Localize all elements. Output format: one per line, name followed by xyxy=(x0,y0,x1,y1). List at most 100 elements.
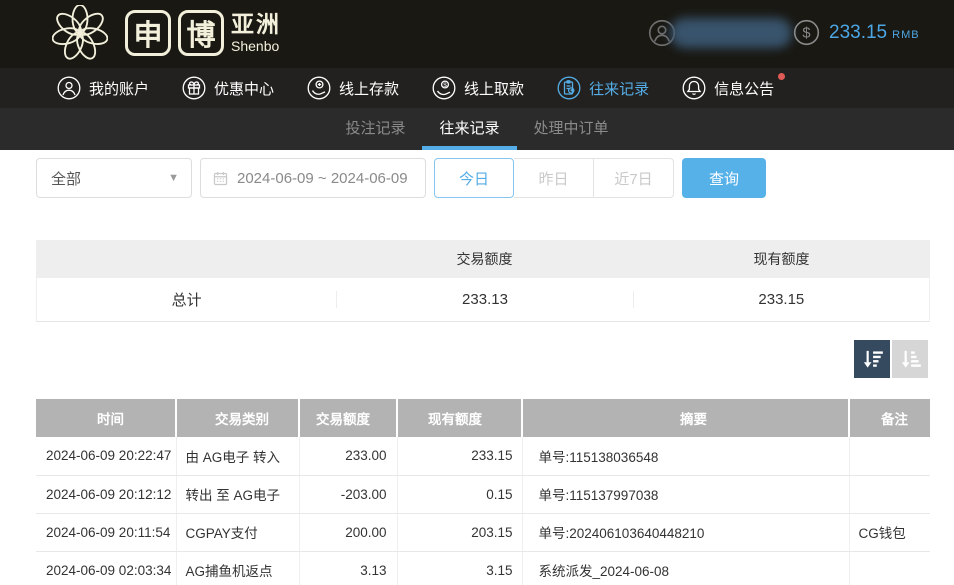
logo-region-text: 亚洲 xyxy=(231,13,281,36)
notification-dot xyxy=(778,73,785,80)
cell-balance: 203.15 xyxy=(397,513,522,551)
cell-summary: 系统派发_2024-06-08 xyxy=(522,551,849,585)
cell-note: CG钱包 xyxy=(849,513,930,551)
col-amount: 交易额度 xyxy=(299,399,397,437)
site-logo[interactable]: 申 博 亚洲 Shenbo xyxy=(52,5,281,61)
yesterday-button[interactable]: 昨日 xyxy=(514,158,594,198)
nav-deposit[interactable]: 线上存款 xyxy=(307,76,399,100)
sort-descending-button[interactable] xyxy=(854,340,890,378)
logo-char-1: 申 xyxy=(125,10,171,56)
sort-ascending-button[interactable] xyxy=(892,340,928,378)
cell-time: 2024-06-09 20:12:12 xyxy=(36,475,176,513)
quick-date-group: 今日 昨日 近7日 xyxy=(434,158,674,198)
nav-label: 我的账户 xyxy=(89,78,149,99)
svg-text:$: $ xyxy=(443,82,447,89)
cell-balance: 0.15 xyxy=(397,475,522,513)
nav-my-account[interactable]: 我的账户 xyxy=(57,76,149,100)
cell-note xyxy=(849,475,930,513)
username-redacted xyxy=(670,18,792,48)
col-balance: 现有额度 xyxy=(397,399,522,437)
date-range-input[interactable]: 2024-06-09 ~ 2024-06-09 xyxy=(200,158,426,198)
nav-transactions[interactable]: 往来记录 xyxy=(557,76,649,100)
summary-header-trade: 交易额度 xyxy=(336,249,633,269)
summary-trade-total: 233.13 xyxy=(336,291,632,308)
col-summary: 摘要 xyxy=(522,399,849,437)
type-select-value: 全部 xyxy=(51,168,81,189)
sort-descending-icon xyxy=(859,346,885,372)
logo-latin-text: Shenbo xyxy=(231,39,281,53)
user-icon xyxy=(57,76,81,100)
cell-summary: 单号:202406103640448210 xyxy=(522,513,849,551)
summary-header-balance: 现有额度 xyxy=(633,249,930,269)
top-bar: 申 博 亚洲 Shenbo $ 233.15 RMB xyxy=(0,0,954,68)
search-button[interactable]: 查询 xyxy=(682,158,766,198)
today-button[interactable]: 今日 xyxy=(434,158,514,198)
deposit-icon xyxy=(307,76,331,100)
bell-icon xyxy=(682,76,706,100)
balance-display: $ 233.15 RMB xyxy=(793,19,920,46)
cell-amount: -203.00 xyxy=(299,475,397,513)
balance-currency: RMB xyxy=(892,29,919,41)
summary-balance-total: 233.15 xyxy=(633,291,929,308)
records-icon xyxy=(557,76,581,100)
cell-balance: 233.15 xyxy=(397,437,522,475)
cell-type: 转出 至 AG电子 xyxy=(176,475,299,513)
svg-text:$: $ xyxy=(802,26,810,42)
summary-total-row: 总计 233.13 233.15 xyxy=(36,278,930,322)
cell-summary: 单号:115138036548 xyxy=(522,437,849,475)
sort-controls xyxy=(854,340,928,378)
main-nav: 我的账户 优惠中心 线上存款 xyxy=(0,68,954,108)
cell-amount: 233.00 xyxy=(299,437,397,475)
cell-time: 2024-06-09 02:03:34 xyxy=(36,551,176,585)
cell-note xyxy=(849,551,930,585)
col-time: 时间 xyxy=(36,399,176,437)
table-row: 2024-06-09 20:12:12 转出 至 AG电子 -203.00 0.… xyxy=(36,475,930,513)
balance-amount: 233.15 xyxy=(829,22,887,44)
nav-label: 线上取款 xyxy=(464,78,524,99)
calendar-icon xyxy=(212,170,229,187)
date-range-value: 2024-06-09 ~ 2024-06-09 xyxy=(237,170,408,187)
nav-announcements[interactable]: 信息公告 xyxy=(682,76,774,100)
sort-ascending-icon xyxy=(897,346,923,372)
table-row: 2024-06-09 20:11:54 CGPAY支付 200.00 203.1… xyxy=(36,513,930,551)
cell-time: 2024-06-09 20:11:54 xyxy=(36,513,176,551)
last7days-button[interactable]: 近7日 xyxy=(594,158,674,198)
table-row: 2024-06-09 20:22:47 由 AG电子 转入 233.00 233… xyxy=(36,437,930,475)
summary-total-label: 总计 xyxy=(37,289,336,310)
logo-char-2: 博 xyxy=(178,10,224,56)
cell-type: AG捕鱼机返点 xyxy=(176,551,299,585)
table-row: 2024-06-09 02:03:34 AG捕鱼机返点 3.13 3.15 系统… xyxy=(36,551,930,585)
cell-note xyxy=(849,437,930,475)
cell-amount: 3.13 xyxy=(299,551,397,585)
nav-label: 线上存款 xyxy=(339,78,399,99)
dollar-coin-icon: $ xyxy=(793,19,820,46)
summary-header-row: 交易额度 现有额度 xyxy=(36,240,930,278)
gift-icon xyxy=(182,76,206,100)
summary-table: 交易额度 现有额度 总计 233.13 233.15 xyxy=(36,240,930,322)
nav-promotions[interactable]: 优惠中心 xyxy=(182,76,274,100)
withdraw-icon: $ xyxy=(432,76,456,100)
cell-type: 由 AG电子 转入 xyxy=(176,437,299,475)
col-note: 备注 xyxy=(849,399,930,437)
type-select[interactable]: 全部 ▼ xyxy=(36,158,192,198)
user-account[interactable] xyxy=(648,18,792,48)
transactions-table: 时间 交易类别 交易额度 现有额度 摘要 备注 2024-06-09 20:22… xyxy=(36,399,930,585)
col-type: 交易类别 xyxy=(176,399,299,437)
cell-amount: 200.00 xyxy=(299,513,397,551)
nav-label: 往来记录 xyxy=(589,78,649,99)
cell-balance: 3.15 xyxy=(397,551,522,585)
page: 申 博 亚洲 Shenbo $ 233.15 RMB xyxy=(0,0,954,585)
nav-withdraw[interactable]: $ 线上取款 xyxy=(432,76,524,100)
table-header-row: 时间 交易类别 交易额度 现有额度 摘要 备注 xyxy=(36,399,930,437)
chevron-down-icon: ▼ xyxy=(168,172,179,184)
cell-summary: 单号:115137997038 xyxy=(522,475,849,513)
nav-label: 优惠中心 xyxy=(214,78,274,99)
cell-time: 2024-06-09 20:22:47 xyxy=(36,437,176,475)
tab-bet-records[interactable]: 投注记录 xyxy=(328,108,422,150)
nav-label: 信息公告 xyxy=(714,78,774,99)
flower-logo-icon xyxy=(52,5,108,61)
tab-transaction-records[interactable]: 往来记录 xyxy=(422,108,516,150)
sub-nav: 投注记录 往来记录 处理中订单 xyxy=(0,108,954,150)
cell-type: CGPAY支付 xyxy=(176,513,299,551)
tab-pending-orders[interactable]: 处理中订单 xyxy=(517,108,626,150)
